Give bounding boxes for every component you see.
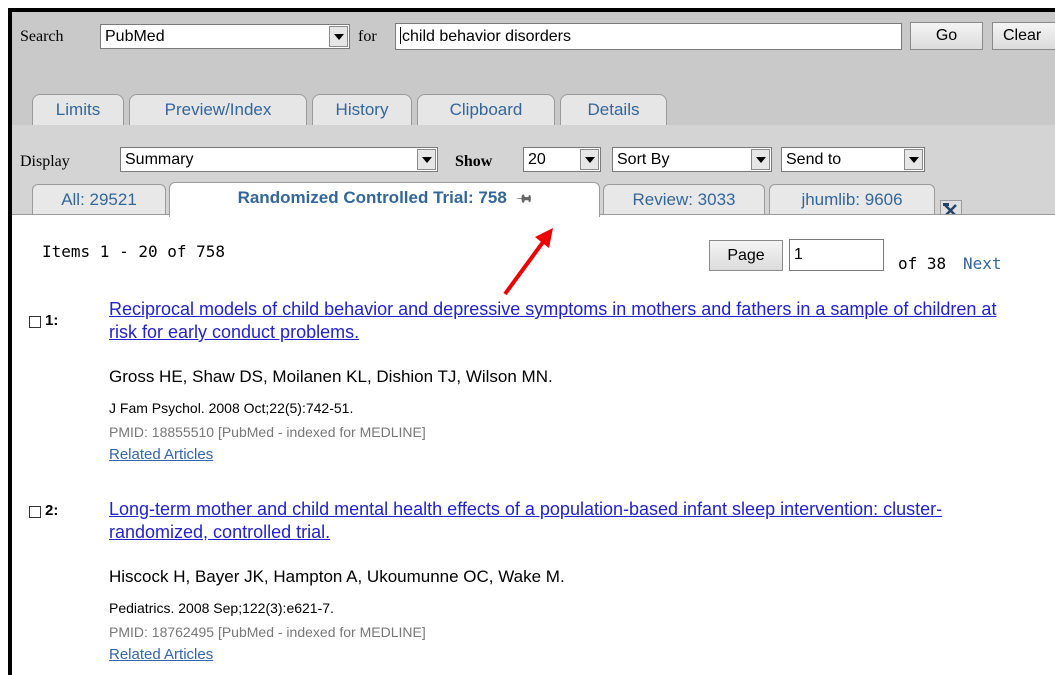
chevron-down-icon <box>580 149 599 170</box>
next-page-link[interactable]: Next <box>963 254 1002 273</box>
send-to-select[interactable]: Send to <box>781 147 925 172</box>
search-input-value: child behavior disorders <box>402 28 571 45</box>
chevron-down-icon <box>417 149 436 170</box>
filter-tab-all[interactable]: All: 29521 <box>32 184 166 214</box>
screenshot-frame: Search PubMed for child behavior disorde… <box>8 8 1055 675</box>
filter-tab-review[interactable]: Review: 3033 <box>603 184 765 214</box>
display-label: Display <box>20 153 70 170</box>
page-number-input[interactable]: 1 <box>789 239 884 271</box>
display-select-value: Summary <box>125 151 194 168</box>
filter-tab-randomized-controlled-trial[interactable]: Randomized Controlled Trial: 758 🖈 <box>169 182 600 217</box>
sort-by-value: Sort By <box>617 151 670 168</box>
tab-clipboard[interactable]: Clipboard <box>417 94 555 125</box>
chevron-down-icon <box>329 26 348 47</box>
chevron-down-icon <box>904 149 923 170</box>
result-title-link[interactable]: Long-term mother and child mental health… <box>109 498 1009 544</box>
result-pmid: PMID: 18855510 [PubMed - indexed for MED… <box>109 424 426 440</box>
go-button[interactable]: Go <box>910 22 983 50</box>
display-select[interactable]: Summary <box>120 147 438 172</box>
tab-limits[interactable]: Limits <box>32 94 124 125</box>
tab-preview-index[interactable]: Preview/Index <box>129 94 307 125</box>
send-to-value: Send to <box>786 151 842 168</box>
sort-by-select[interactable]: Sort By <box>612 147 772 172</box>
filter-tab-jhumlib[interactable]: jhumlib: 9606 <box>769 184 935 214</box>
filter-tab-label: Randomized Controlled Trial: 758 <box>237 188 507 207</box>
related-articles-link[interactable]: Related Articles <box>109 446 213 463</box>
clear-button[interactable]: Clear <box>992 22 1055 50</box>
tab-details[interactable]: Details <box>560 94 667 125</box>
tab-history[interactable]: History <box>312 94 412 125</box>
page-total: of 38 <box>898 254 947 273</box>
red-arrow-annotation <box>503 228 553 296</box>
result-authors: Hiscock H, Bayer JK, Hampton A, Ukoumunn… <box>109 567 565 586</box>
pin-icon[interactable]: 🖈 <box>509 183 539 213</box>
result-pmid: PMID: 18762495 [PubMed - indexed for MED… <box>109 624 426 640</box>
related-articles-link[interactable]: Related Articles <box>109 646 213 663</box>
search-label: Search <box>20 28 64 45</box>
result-number: 2: <box>45 502 59 519</box>
page-button[interactable]: Page <box>709 240 783 271</box>
show-label: Show <box>455 153 493 170</box>
result-authors: Gross HE, Shaw DS, Moilanen KL, Dishion … <box>109 367 553 386</box>
database-select[interactable]: PubMed <box>100 24 350 49</box>
result-journal: Pediatrics. 2008 Sep;122(3):e621-7. <box>109 600 334 616</box>
result-checkbox[interactable] <box>29 506 41 518</box>
for-label: for <box>358 28 377 45</box>
database-select-value: PubMed <box>105 28 165 45</box>
search-input[interactable]: child behavior disorders <box>395 23 902 50</box>
chevron-down-icon <box>751 149 770 170</box>
show-count-select[interactable]: 20 <box>523 147 601 172</box>
result-checkbox[interactable] <box>29 316 41 328</box>
text-cursor <box>400 27 401 44</box>
items-count: Items 1 - 20 of 758 <box>42 242 226 261</box>
show-count-value: 20 <box>528 151 546 168</box>
result-number: 1: <box>45 312 59 329</box>
result-title-link[interactable]: Reciprocal models of child behavior and … <box>109 298 1009 344</box>
result-journal: J Fam Psychol. 2008 Oct;22(5):742-51. <box>109 400 354 416</box>
